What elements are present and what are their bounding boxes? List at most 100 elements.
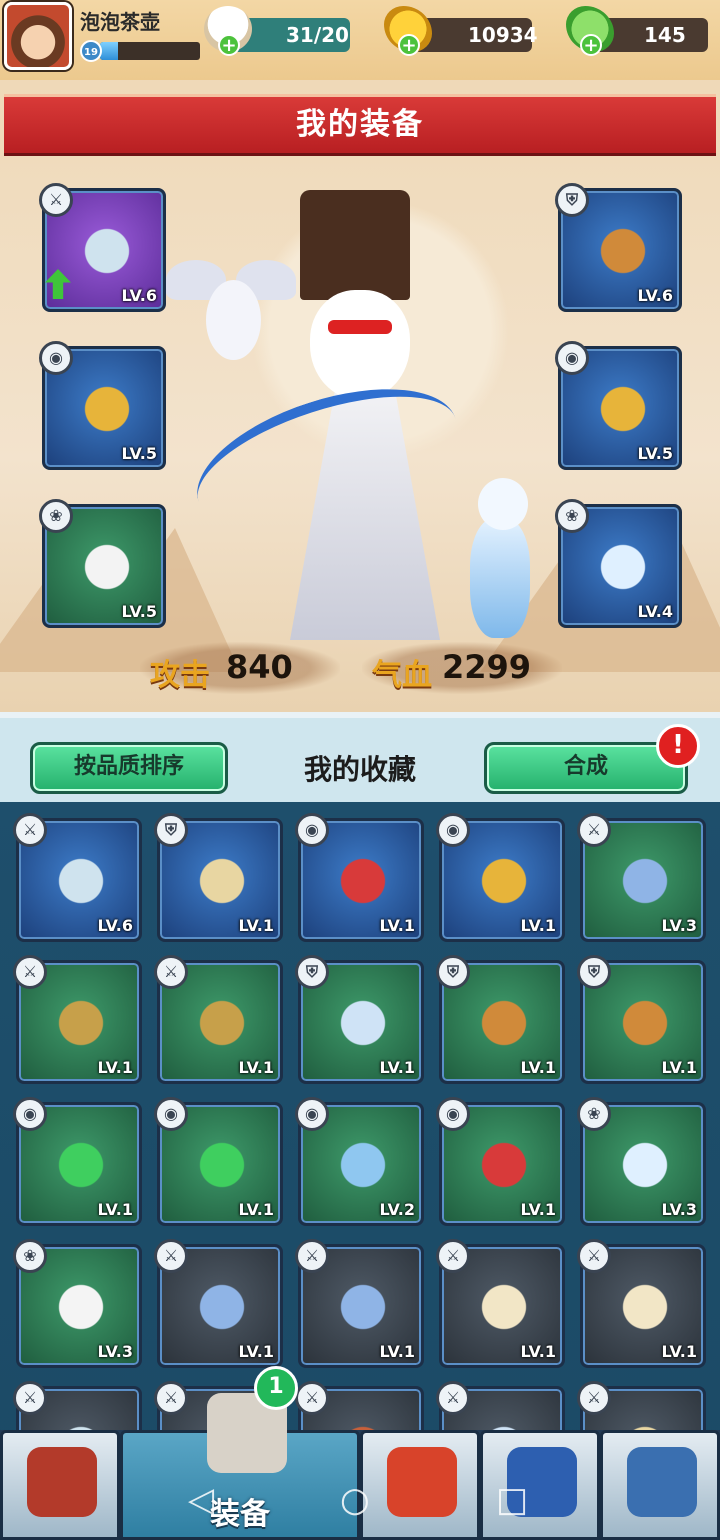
- collection-item[interactable]: ⚔ LV.6: [13, 813, 142, 942]
- player-avatar[interactable]: [4, 2, 72, 70]
- book-icon: [507, 1447, 577, 1517]
- weapon-type-icon: ⚔: [154, 955, 188, 989]
- blue-pendant-icon: [323, 1125, 403, 1205]
- equip-slot-pet[interactable]: ❀ LV.4: [555, 499, 682, 628]
- collection-item[interactable]: ⚔ LV.1: [436, 1239, 565, 1368]
- armor-type-icon: ⛨: [295, 955, 329, 989]
- hp-value: 2299: [442, 648, 532, 686]
- weapon-type-icon: ⚔: [436, 1239, 470, 1273]
- equip-slot-armor[interactable]: ⛨ LV.6: [555, 183, 682, 312]
- weapon-type-icon: ⚔: [295, 1239, 329, 1273]
- item-level-label: LV.2: [379, 1200, 415, 1219]
- collection-item[interactable]: ⚔ LV.1: [13, 955, 142, 1084]
- weapon-type-icon: ⚔: [295, 1381, 329, 1415]
- sword-icon: [182, 1267, 262, 1347]
- sword-icon: [323, 1267, 403, 1347]
- bow-icon: [41, 841, 121, 921]
- robe-icon: [182, 841, 262, 921]
- hp-stat: 气血 2299: [362, 642, 562, 694]
- attack-stat: 攻击 840: [140, 642, 340, 694]
- collection-item[interactable]: ⛨ LV.1: [295, 955, 424, 1084]
- add-stamina-button[interactable]: +: [218, 34, 240, 56]
- equipment-tab[interactable]: 装备: [120, 1393, 360, 1540]
- item-level-label: LV.1: [379, 916, 415, 935]
- sword-icon: [605, 841, 685, 921]
- fan-icon: [605, 1267, 685, 1347]
- item-level-label: LV.1: [97, 1200, 133, 1219]
- collection-item[interactable]: ❀ LV.3: [577, 1097, 706, 1226]
- collection-item[interactable]: ⛨ LV.1: [577, 955, 706, 1084]
- collection-item[interactable]: ⚔ LV.3: [577, 813, 706, 942]
- collection-item[interactable]: ◉ LV.1: [154, 1097, 283, 1226]
- collection-item[interactable]: ⛨ LV.1: [154, 813, 283, 942]
- attack-label: 攻击: [150, 658, 210, 693]
- collection-item[interactable]: ⚔ LV.1: [295, 1239, 424, 1368]
- add-gold-button[interactable]: +: [398, 34, 420, 56]
- eagle-pet-icon: [67, 527, 147, 607]
- accessory-type-icon: ◉: [154, 1097, 188, 1131]
- armor-type-icon: ⛨: [154, 813, 188, 847]
- collection-item[interactable]: ◉ LV.1: [13, 1097, 142, 1226]
- item-level-label: LV.1: [520, 1058, 556, 1077]
- collection-item[interactable]: ⚔ LV.1: [154, 955, 283, 1084]
- collection-item[interactable]: ❀ LV.3: [13, 1239, 142, 1368]
- green-pendant-icon: [182, 1125, 262, 1205]
- collection-item[interactable]: ⛨ LV.1: [436, 955, 565, 1084]
- equip-slot-weapon[interactable]: ⚔ LV.6: [39, 183, 166, 312]
- item-level-label: LV.1: [520, 916, 556, 935]
- item-level-label: LV.5: [637, 444, 673, 463]
- xp-bar: [100, 42, 200, 60]
- item-level-label: LV.1: [238, 1200, 274, 1219]
- equip-slot-accessory[interactable]: ◉ LV.5: [555, 341, 682, 470]
- collection-item[interactable]: ◉ LV.1: [436, 813, 565, 942]
- weapon-type-icon: ⚔: [39, 183, 73, 217]
- collection-item[interactable]: ◉ LV.2: [295, 1097, 424, 1226]
- armor-icon: [464, 983, 544, 1063]
- item-level-label: LV.1: [520, 1342, 556, 1361]
- player-level-badge: 19: [80, 40, 102, 62]
- hp-label: 气血: [372, 658, 432, 693]
- ferret-pet-model: [460, 478, 540, 638]
- red-pendant-icon: [464, 1125, 544, 1205]
- add-jade-button[interactable]: +: [580, 34, 602, 56]
- bottom-nav: 装备: [0, 1393, 720, 1540]
- equipment-panel: 我的装备 ⚔ LV.6 ◉ LV.5 ❀ LV.5 ⛨ LV.6 ◉ LV.5 ❀ LV.4 攻击 …: [0, 80, 720, 712]
- sort-by-quality-button[interactable]: 按品质排序: [30, 742, 228, 794]
- item-level-label: LV.1: [238, 916, 274, 935]
- equipment-tab-badge: 1: [254, 1366, 298, 1410]
- equip-slot-accessory[interactable]: ◉ LV.5: [39, 341, 166, 470]
- shop-icon: [27, 1447, 97, 1517]
- gear-icon: [627, 1447, 697, 1517]
- item-level-label: LV.1: [661, 1058, 697, 1077]
- item-level-label: LV.3: [661, 916, 697, 935]
- player-name: 泡泡茶壶: [80, 10, 160, 34]
- collection-item[interactable]: ⚔ LV.1: [577, 1239, 706, 1368]
- settings-tab[interactable]: [600, 1430, 720, 1540]
- item-level-label: LV.3: [661, 1200, 697, 1219]
- accessory-type-icon: ◉: [295, 813, 329, 847]
- item-level-label: LV.1: [520, 1200, 556, 1219]
- xp-fill: [100, 42, 118, 60]
- item-level-label: LV.5: [121, 602, 157, 621]
- collection-panel: 按品质排序 我的收藏 合成 ! ⚔ LV.6 ⛨ LV.1 ◉ LV.1 ◉ LV.1 ⚔ LV.…: [0, 712, 720, 1540]
- book-tab[interactable]: [480, 1430, 600, 1540]
- weapon-type-icon: ⚔: [13, 955, 47, 989]
- horn-icon: [182, 983, 262, 1063]
- equipment-title-banner: 我的装备: [4, 94, 716, 156]
- bow-icon: [67, 211, 147, 291]
- item-level-label: LV.6: [97, 916, 133, 935]
- collection-item[interactable]: ◉ LV.1: [295, 813, 424, 942]
- rooster-tab[interactable]: [360, 1430, 480, 1540]
- item-level-label: LV.1: [379, 1058, 415, 1077]
- collection-item[interactable]: ◉ LV.1: [436, 1097, 565, 1226]
- collection-header: 按品质排序 我的收藏 合成 !: [0, 718, 720, 802]
- collection-item[interactable]: ⚔ LV.1: [154, 1239, 283, 1368]
- equip-slot-pet[interactable]: ❀ LV.5: [39, 499, 166, 628]
- weapon-type-icon: ⚔: [577, 813, 611, 847]
- accessory-type-icon: ◉: [39, 341, 73, 375]
- accessory-type-icon: ◉: [13, 1097, 47, 1131]
- top-bar: 泡泡茶壶 19 31/20 + 10934 + 145 +: [0, 0, 720, 80]
- eagle-pet-model: [166, 250, 296, 380]
- shop-tab[interactable]: [0, 1430, 120, 1540]
- pet-type-icon: ❀: [577, 1097, 611, 1131]
